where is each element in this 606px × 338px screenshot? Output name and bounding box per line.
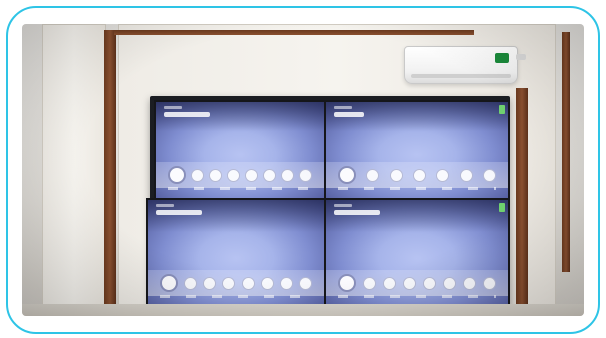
- app-icon: [245, 168, 258, 182]
- app-icon: [389, 168, 403, 182]
- tv-app-row: [338, 166, 496, 184]
- app-icon: [443, 276, 456, 290]
- app-icon: [436, 168, 450, 182]
- app-icon: [482, 168, 496, 182]
- tv-caption: [334, 204, 352, 207]
- tv-screen-bottom-left: [146, 198, 326, 308]
- app-icon: [459, 168, 473, 182]
- tv-wordmark: [156, 210, 202, 215]
- app-icon: [412, 168, 426, 182]
- app-icon: [423, 276, 436, 290]
- app-icon: [160, 274, 178, 292]
- app-icon: [191, 168, 204, 182]
- app-icon: [403, 276, 416, 290]
- app-icon: [227, 168, 240, 182]
- app-icon: [222, 276, 236, 290]
- app-labels: [168, 187, 312, 190]
- app-labels: [160, 295, 312, 298]
- tv-caption: [334, 106, 352, 109]
- tv-wordmark: [164, 112, 210, 117]
- wood-trim-far-right: [562, 32, 570, 272]
- ac-vent: [411, 74, 511, 78]
- ac-brand-logo: [495, 53, 509, 63]
- wood-trim-top: [114, 30, 474, 35]
- wall-base: [22, 304, 584, 316]
- app-labels: [338, 187, 496, 190]
- tv-status-badge: [499, 203, 505, 212]
- tv-caption: [164, 106, 182, 109]
- wall-panel-left: [42, 24, 106, 316]
- tv-app-row: [338, 274, 496, 292]
- tv-wordmark: [334, 210, 380, 215]
- app-icon: [338, 274, 356, 292]
- tv-screen-bottom-right: [324, 198, 510, 308]
- app-labels: [338, 295, 496, 298]
- tv-caption: [156, 204, 174, 207]
- app-icon: [383, 276, 396, 290]
- app-icon: [363, 276, 376, 290]
- app-icon: [338, 166, 356, 184]
- app-icon: [463, 276, 476, 290]
- air-conditioner: [404, 46, 518, 84]
- tv-screen-top-left: [154, 100, 326, 200]
- ac-pipe: [516, 54, 526, 60]
- photo-frame: [6, 6, 600, 334]
- app-icon: [298, 276, 312, 290]
- tv-app-row: [168, 166, 312, 184]
- app-icon: [168, 166, 186, 184]
- wood-trim-left: [104, 30, 116, 316]
- app-icon: [203, 276, 217, 290]
- app-icon: [184, 276, 198, 290]
- app-icon: [241, 276, 255, 290]
- tv-screen-top-right: [324, 100, 510, 200]
- app-icon: [366, 168, 380, 182]
- wood-trim-right: [516, 88, 528, 316]
- room-photo: [22, 24, 584, 316]
- tv-status-badge: [499, 105, 505, 114]
- app-icon: [260, 276, 274, 290]
- tv-wordmark: [334, 112, 364, 117]
- tv-app-row: [160, 274, 312, 292]
- app-icon: [299, 168, 312, 182]
- app-icon: [279, 276, 293, 290]
- app-icon: [281, 168, 294, 182]
- app-icon: [263, 168, 276, 182]
- app-icon: [209, 168, 222, 182]
- app-icon: [483, 276, 496, 290]
